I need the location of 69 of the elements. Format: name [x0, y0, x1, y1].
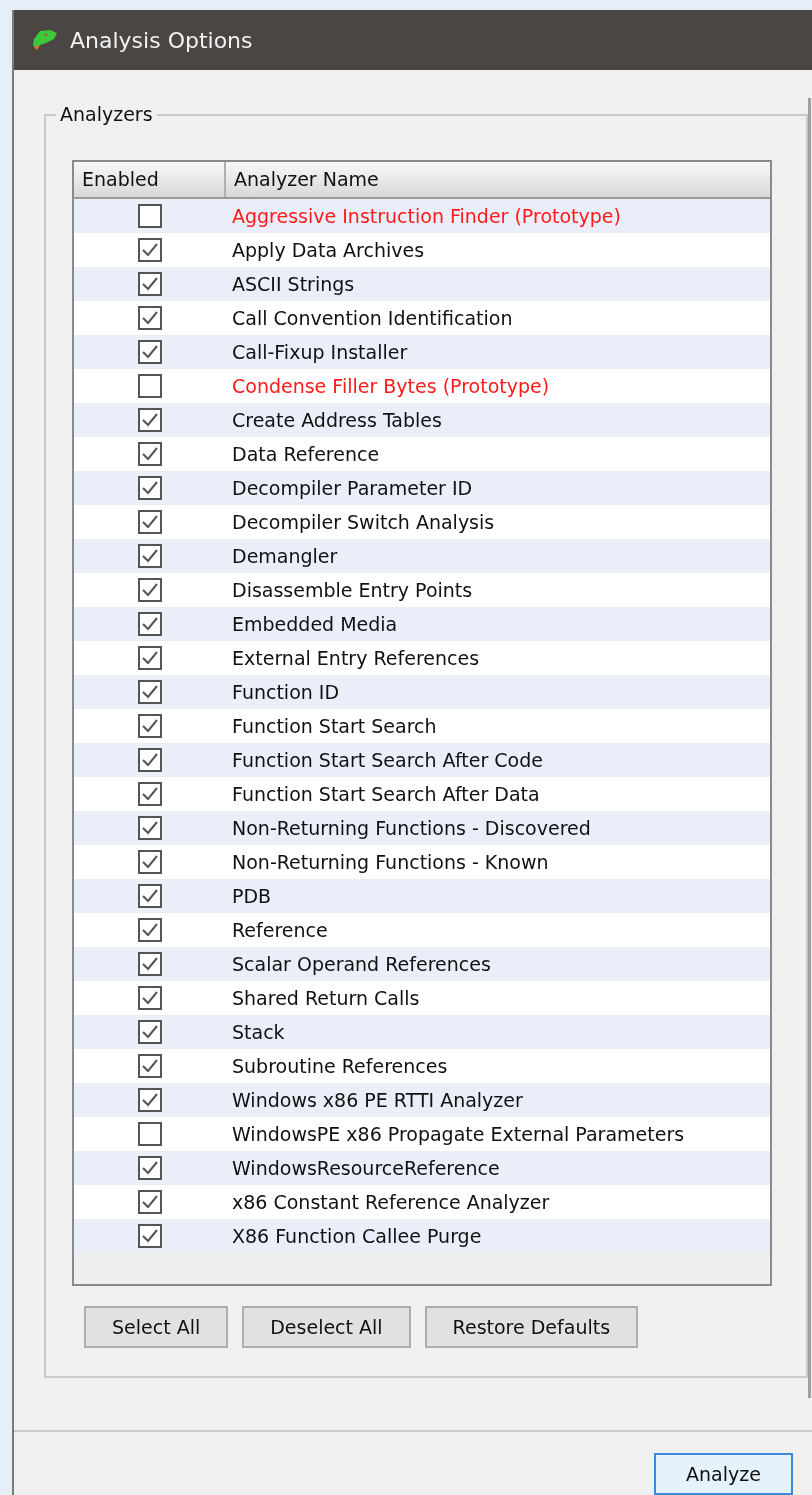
analyzer-name: Non-Returning Functions - Known	[231, 849, 549, 875]
checkbox[interactable]	[138, 680, 162, 704]
checkbox[interactable]	[138, 884, 162, 908]
analyzer-name: x86 Constant Reference Analyzer	[231, 1189, 550, 1215]
analyzer-name: Function ID	[231, 679, 340, 705]
analyzer-name: Subroutine References	[231, 1053, 448, 1079]
checkbox[interactable]	[138, 646, 162, 670]
analyzer-name: ASCII Strings	[231, 271, 355, 297]
checkbox[interactable]	[138, 442, 162, 466]
checkbox[interactable]	[138, 918, 162, 942]
checkbox[interactable]	[138, 578, 162, 602]
analyzer-name: X86 Function Callee Purge	[231, 1223, 482, 1249]
checkbox[interactable]	[138, 1122, 162, 1146]
checkbox[interactable]	[138, 782, 162, 806]
analyzer-name: Windows x86 PE RTTI Analyzer	[231, 1087, 523, 1113]
analyzer-name: Decompiler Parameter ID	[231, 475, 473, 501]
analyzer-name: Function Start Search After Code	[231, 747, 543, 773]
analyzer-name: Apply Data Archives	[231, 237, 425, 263]
checkbox[interactable]	[138, 238, 162, 262]
action-button[interactable]: Deselect All	[242, 1306, 411, 1348]
analyzer-name: External Entry References	[231, 645, 480, 671]
checkbox[interactable]	[138, 1020, 162, 1044]
checkbox[interactable]	[138, 986, 162, 1010]
checkbox[interactable]	[138, 1054, 162, 1078]
analyzer-name: Function Start Search	[231, 713, 437, 739]
checkbox[interactable]	[138, 952, 162, 976]
checkbox[interactable]	[138, 204, 162, 228]
analyzer-name: Scalar Operand References	[231, 951, 491, 977]
analyzer-name: Non-Returning Functions - Discovered	[231, 815, 591, 841]
checkbox[interactable]	[138, 714, 162, 738]
analyzer-name: Shared Return Calls	[231, 985, 420, 1011]
analyzer-name: Call-Fixup Installer	[231, 339, 408, 365]
analyzer-name: Disassemble Entry Points	[231, 577, 473, 603]
checkbox[interactable]	[138, 1156, 162, 1180]
checkbox[interactable]	[138, 340, 162, 364]
checkbox[interactable]	[138, 306, 162, 330]
analyzer-name: Demangler	[231, 543, 338, 569]
action-button[interactable]: Restore Defaults	[424, 1306, 639, 1348]
analyzer-name: Decompiler Switch Analysis	[231, 509, 495, 535]
analyzer-name: Condense Filler Bytes (Prototype)	[231, 373, 550, 399]
analyzer-name: Function Start Search After Data	[231, 781, 540, 807]
analyzer-name: Stack	[231, 1019, 285, 1045]
analyzer-name: Create Address Tables	[231, 407, 442, 433]
column-header[interactable]: Enabled	[74, 162, 226, 197]
analyzer-name: WindowsPE x86 Propagate External Parameters	[231, 1121, 685, 1147]
checkbox[interactable]	[138, 272, 162, 296]
action-button[interactable]: Select All	[84, 1306, 229, 1348]
checkbox[interactable]	[138, 544, 162, 568]
analyzer-name: Reference	[231, 917, 328, 943]
checkbox[interactable]	[138, 850, 162, 874]
checkbox[interactable]	[138, 816, 162, 840]
analyzer-name: WindowsResourceReference	[231, 1155, 500, 1181]
checkbox[interactable]	[138, 408, 162, 432]
window-title: Analysis Options	[70, 26, 253, 55]
checkbox[interactable]	[138, 1190, 162, 1214]
checkbox[interactable]	[138, 510, 162, 534]
checkbox[interactable]	[138, 612, 162, 636]
analyze-button[interactable]: Analyze	[654, 1453, 793, 1495]
analyzer-name: Aggressive Instruction Finder (Prototype)	[231, 203, 621, 229]
analyzer-name: Embedded Media	[231, 611, 398, 637]
checkbox[interactable]	[138, 748, 162, 772]
analyzer-name: Call Convention Identification	[231, 305, 513, 331]
checkbox[interactable]	[138, 476, 162, 500]
checkbox[interactable]	[138, 1088, 162, 1112]
checkbox[interactable]	[138, 1224, 162, 1248]
analyzer-name: Data Reference	[231, 441, 380, 467]
analyzer-name: PDB	[231, 883, 272, 909]
column-header[interactable]: Analyzer Name	[226, 162, 379, 197]
checkbox[interactable]	[138, 374, 162, 398]
